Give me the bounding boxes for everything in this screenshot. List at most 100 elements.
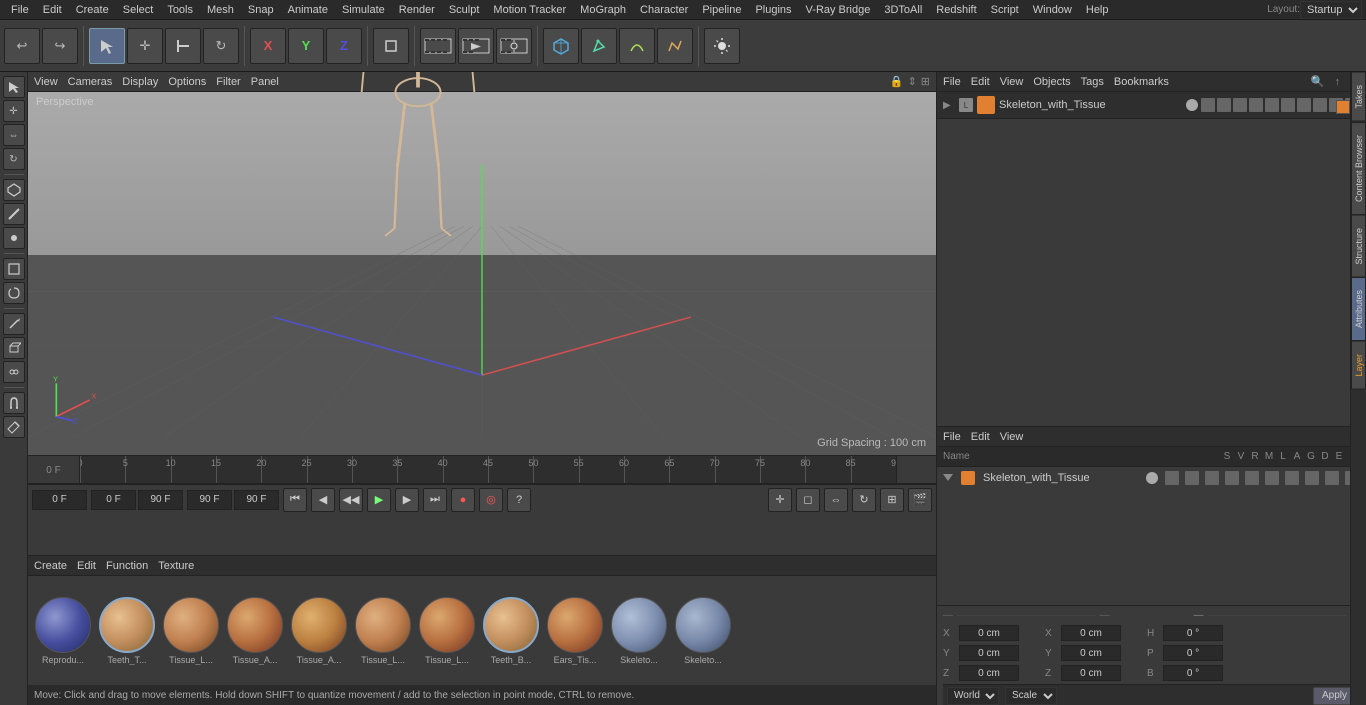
- menu-vray[interactable]: V-Ray Bridge: [799, 0, 878, 20]
- attr-col3[interactable]: [1205, 471, 1219, 485]
- attr-col8[interactable]: [1305, 471, 1319, 485]
- obj-sm7[interactable]: [1297, 98, 1311, 112]
- menu-render[interactable]: Render: [392, 0, 442, 20]
- coord-x-input[interactable]: [959, 625, 1019, 641]
- coord-z-input[interactable]: [959, 665, 1019, 681]
- attr-col4[interactable]: [1225, 471, 1239, 485]
- attr-vis1[interactable]: [1146, 472, 1158, 484]
- material-item-6[interactable]: Tissue_L...: [418, 597, 476, 665]
- tab-content-browser[interactable]: Content Browser: [1351, 122, 1366, 215]
- grid-tc-button[interactable]: ⊞: [880, 488, 904, 512]
- mat-function[interactable]: Function: [106, 560, 148, 572]
- menu-mograph[interactable]: MoGraph: [573, 0, 633, 20]
- material-item-8[interactable]: Ears_Tis...: [546, 597, 604, 665]
- om-view[interactable]: View: [1000, 76, 1024, 88]
- coord-sy-input[interactable]: [1163, 645, 1223, 661]
- redo-button[interactable]: ↪: [42, 28, 78, 64]
- om-tags[interactable]: Tags: [1081, 76, 1104, 88]
- coord-hz-input[interactable]: [1061, 665, 1121, 681]
- tab-attributes[interactable]: Attributes: [1351, 277, 1366, 341]
- attr-col7[interactable]: [1285, 471, 1299, 485]
- layout-select[interactable]: Startup: [1300, 1, 1362, 19]
- spline-button[interactable]: [657, 28, 693, 64]
- obj-sm6[interactable]: [1281, 98, 1295, 112]
- om-edit[interactable]: Edit: [971, 76, 990, 88]
- undo-button[interactable]: ↩: [4, 28, 40, 64]
- obj-sm2[interactable]: [1217, 98, 1231, 112]
- lt-extrude[interactable]: [3, 337, 25, 359]
- lt-move[interactable]: ✛: [3, 100, 25, 122]
- vp-icon-lock[interactable]: 🔒: [890, 75, 904, 88]
- om-arrow-icon[interactable]: ↑: [1335, 76, 1341, 88]
- material-item-10[interactable]: Skeleto...: [674, 597, 732, 665]
- tab-takes[interactable]: Takes: [1351, 72, 1366, 122]
- obj-sm4[interactable]: [1249, 98, 1263, 112]
- om-search-icon[interactable]: 🔍: [1311, 75, 1325, 88]
- mat-texture[interactable]: Texture: [158, 560, 194, 572]
- coord-sx-input[interactable]: [1163, 625, 1223, 641]
- menu-tools[interactable]: Tools: [160, 0, 200, 20]
- tab-structure[interactable]: Structure: [1351, 215, 1366, 278]
- vp-filter[interactable]: Filter: [216, 76, 240, 88]
- coord-hy-input[interactable]: [1061, 645, 1121, 661]
- menu-sculpt[interactable]: Sculpt: [442, 0, 487, 20]
- material-item-9[interactable]: Skeleto...: [610, 597, 668, 665]
- axis-z-button[interactable]: Z: [326, 28, 362, 64]
- om-bookmarks[interactable]: Bookmarks: [1114, 76, 1169, 88]
- om-file[interactable]: File: [943, 76, 961, 88]
- coord-hx-input[interactable]: [1061, 625, 1121, 641]
- menu-motion-tracker[interactable]: Motion Tracker: [486, 0, 573, 20]
- material-item-3[interactable]: Tissue_A...: [226, 597, 284, 665]
- obj-sm3[interactable]: [1233, 98, 1247, 112]
- obj-color-swatch[interactable]: [1336, 100, 1350, 114]
- vp-view[interactable]: View: [34, 76, 58, 88]
- cube-button[interactable]: [543, 28, 579, 64]
- menu-snap[interactable]: Snap: [241, 0, 281, 20]
- obj-sm5[interactable]: [1265, 98, 1279, 112]
- attr-row-skeleton[interactable]: Skeleton_with_Tissue: [937, 467, 1366, 489]
- world-select[interactable]: World: [947, 687, 999, 705]
- menu-file[interactable]: File: [4, 0, 36, 20]
- menu-create[interactable]: Create: [69, 0, 116, 20]
- loop-button[interactable]: ↻: [852, 488, 876, 512]
- lt-knife[interactable]: [3, 313, 25, 335]
- lt-select[interactable]: [3, 76, 25, 98]
- viewport-canvas[interactable]: X Y Z Perspective Grid Spacing : 100 cm: [28, 92, 936, 455]
- vp-panel[interactable]: Panel: [251, 76, 279, 88]
- material-item-2[interactable]: Tissue_L...: [162, 597, 220, 665]
- menu-help[interactable]: Help: [1079, 0, 1116, 20]
- object-mode-button[interactable]: [373, 28, 409, 64]
- end2-input[interactable]: [234, 490, 279, 510]
- menu-script[interactable]: Script: [984, 0, 1026, 20]
- lt-magnet[interactable]: [3, 392, 25, 414]
- render-viewport-button[interactable]: [420, 28, 456, 64]
- vp-icon-arrows[interactable]: ⇕: [908, 75, 917, 88]
- material-item-5[interactable]: Tissue_L...: [354, 597, 412, 665]
- vp-icon-layout[interactable]: ⊞: [921, 75, 930, 88]
- start-frame-input[interactable]: [32, 490, 87, 510]
- material-item-0[interactable]: Reprodu...: [34, 597, 92, 665]
- scale-button[interactable]: [165, 28, 201, 64]
- attr-file[interactable]: File: [943, 431, 961, 443]
- scale-select[interactable]: Scale: [1005, 687, 1057, 705]
- menu-select[interactable]: Select: [116, 0, 161, 20]
- viewport[interactable]: View Cameras Display Options Filter Pane…: [28, 72, 936, 455]
- move-button[interactable]: ✛: [127, 28, 163, 64]
- vp-display[interactable]: Display: [122, 76, 158, 88]
- lt-scale[interactable]: ⇔: [3, 124, 25, 146]
- vp-options[interactable]: Options: [168, 76, 206, 88]
- bend-button[interactable]: [619, 28, 655, 64]
- material-item-7[interactable]: Teeth_B...: [482, 597, 540, 665]
- menu-window[interactable]: Window: [1026, 0, 1079, 20]
- menu-plugins[interactable]: Plugins: [748, 0, 798, 20]
- help-button[interactable]: ?: [507, 488, 531, 512]
- go-to-start-button[interactable]: ⏮: [283, 488, 307, 512]
- attr-col1[interactable]: [1165, 471, 1179, 485]
- attr-col6[interactable]: [1265, 471, 1279, 485]
- menu-edit[interactable]: Edit: [36, 0, 69, 20]
- material-item-4[interactable]: Tissue_A...: [290, 597, 348, 665]
- menu-mesh[interactable]: Mesh: [200, 0, 241, 20]
- mat-create[interactable]: Create: [34, 560, 67, 572]
- lt-rotate[interactable]: ↻: [3, 148, 25, 170]
- render-settings-button[interactable]: [496, 28, 532, 64]
